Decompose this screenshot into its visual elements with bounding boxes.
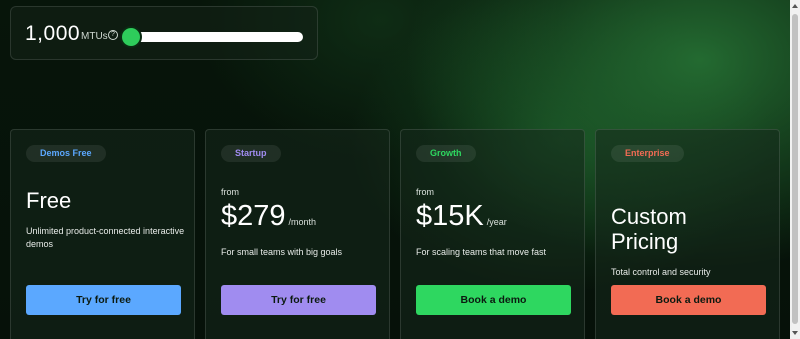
plan-badge: Demos Free <box>26 145 106 162</box>
plan-badge: Growth <box>416 145 476 162</box>
plan-badge: Enterprise <box>611 145 684 162</box>
vertical-scrollbar[interactable] <box>790 0 800 339</box>
mtu-slider-track[interactable] <box>125 32 303 42</box>
plan-period: /year <box>486 217 507 227</box>
scrollbar-thumb[interactable] <box>792 14 798 324</box>
plan-from-label: from <box>221 187 239 197</box>
plan-description: Unlimited product-connected interactive … <box>26 226 185 249</box>
plan-price-row: $15K/year <box>416 200 507 233</box>
plan-badge: Startup <box>221 145 281 162</box>
plan-price: Custom Pricing <box>611 204 687 254</box>
plan-from-label: from <box>416 187 434 197</box>
plan-period: /month <box>288 217 317 227</box>
scroll-up-arrow-icon[interactable] <box>792 4 798 8</box>
plan-description: Total control and security <box>611 267 711 277</box>
try-for-free-button[interactable]: Try for free <box>26 285 181 315</box>
plan-card-demos-free: Demos Free Free Unlimited product-connec… <box>10 129 195 339</box>
scroll-down-arrow-icon[interactable] <box>792 331 798 335</box>
try-for-free-button[interactable]: Try for free <box>221 285 376 315</box>
book-a-demo-button[interactable]: Book a demo <box>611 285 766 315</box>
plan-price-row: $279/month <box>221 200 316 233</box>
plan-card-startup: Startup from $279/month For small teams … <box>205 129 390 339</box>
plan-description: For small teams with big goals <box>221 247 343 257</box>
book-a-demo-button[interactable]: Book a demo <box>416 285 571 315</box>
plan-card-enterprise: Enterprise Custom Pricing Total control … <box>595 129 780 339</box>
plan-price: $279 <box>221 200 286 232</box>
plan-card-growth: Growth from $15K/year For scaling teams … <box>400 129 585 339</box>
mtu-slider-panel: 1,000 MTUs ? <box>10 6 318 60</box>
plan-price: $15K <box>416 200 484 232</box>
mtu-value: 1,000 <box>25 22 81 45</box>
help-circle-icon[interactable]: ? <box>108 30 118 40</box>
mtu-slider-thumb[interactable] <box>120 26 142 48</box>
plan-price: Free <box>26 188 72 213</box>
plan-description: For scaling teams that move fast <box>416 247 547 257</box>
mtu-unit-label: MTUs <box>81 31 108 42</box>
